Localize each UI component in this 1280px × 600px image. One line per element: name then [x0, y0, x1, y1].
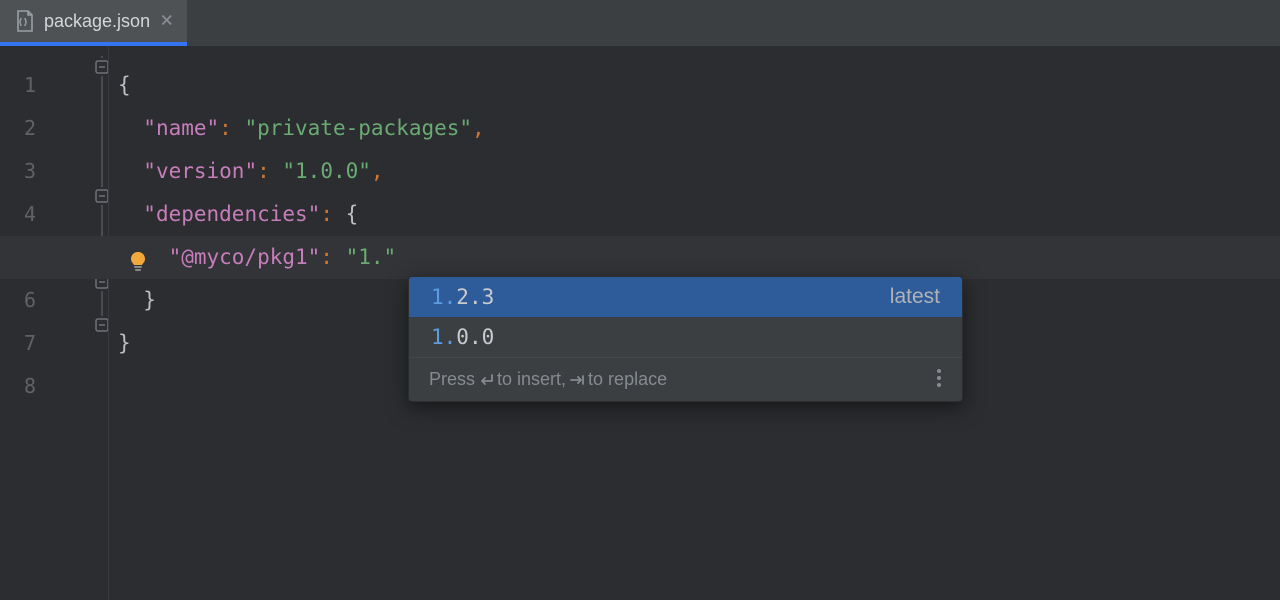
code-line[interactable]: "@myco/pkg1": "1."	[108, 236, 1280, 279]
tab-key-icon	[568, 373, 586, 387]
enter-key-icon	[477, 373, 495, 387]
autocomplete-item[interactable]: 1.0.0	[409, 317, 962, 357]
line-number: 8	[0, 365, 46, 408]
more-options-icon[interactable]	[936, 368, 942, 392]
line-number-gutter: 12345678	[0, 46, 46, 600]
fold-column	[46, 46, 108, 600]
autocomplete-item[interactable]: 1.2.3latest	[409, 277, 962, 317]
autocomplete-popup: 1.2.3latest 1.0.0 Press to insert, to rep…	[408, 276, 963, 402]
version-label: 1.2.3	[431, 285, 890, 309]
popup-hint: Press to insert, to replace	[429, 369, 667, 390]
tab-bar: package.json ×	[0, 0, 1280, 46]
json-file-icon	[14, 10, 34, 32]
close-icon[interactable]: ×	[160, 10, 173, 32]
code-line[interactable]: "dependencies": {	[108, 193, 1280, 236]
code-line[interactable]: {	[108, 64, 1280, 107]
line-number: 4	[0, 193, 46, 236]
code-line[interactable]: "name": "private-packages",	[108, 107, 1280, 150]
line-number: 1	[0, 64, 46, 107]
line-number: 3	[0, 150, 46, 193]
code-line[interactable]: "version": "1.0.0",	[108, 150, 1280, 193]
tab-package-json[interactable]: package.json ×	[0, 0, 187, 46]
version-tag: latest	[890, 285, 940, 309]
line-number: 2	[0, 107, 46, 150]
version-label: 1.0.0	[431, 325, 940, 349]
line-number: 7	[0, 322, 46, 365]
tab-label: package.json	[44, 11, 150, 32]
popup-footer: Press to insert, to replace	[409, 357, 962, 401]
line-number: 6	[0, 279, 46, 322]
